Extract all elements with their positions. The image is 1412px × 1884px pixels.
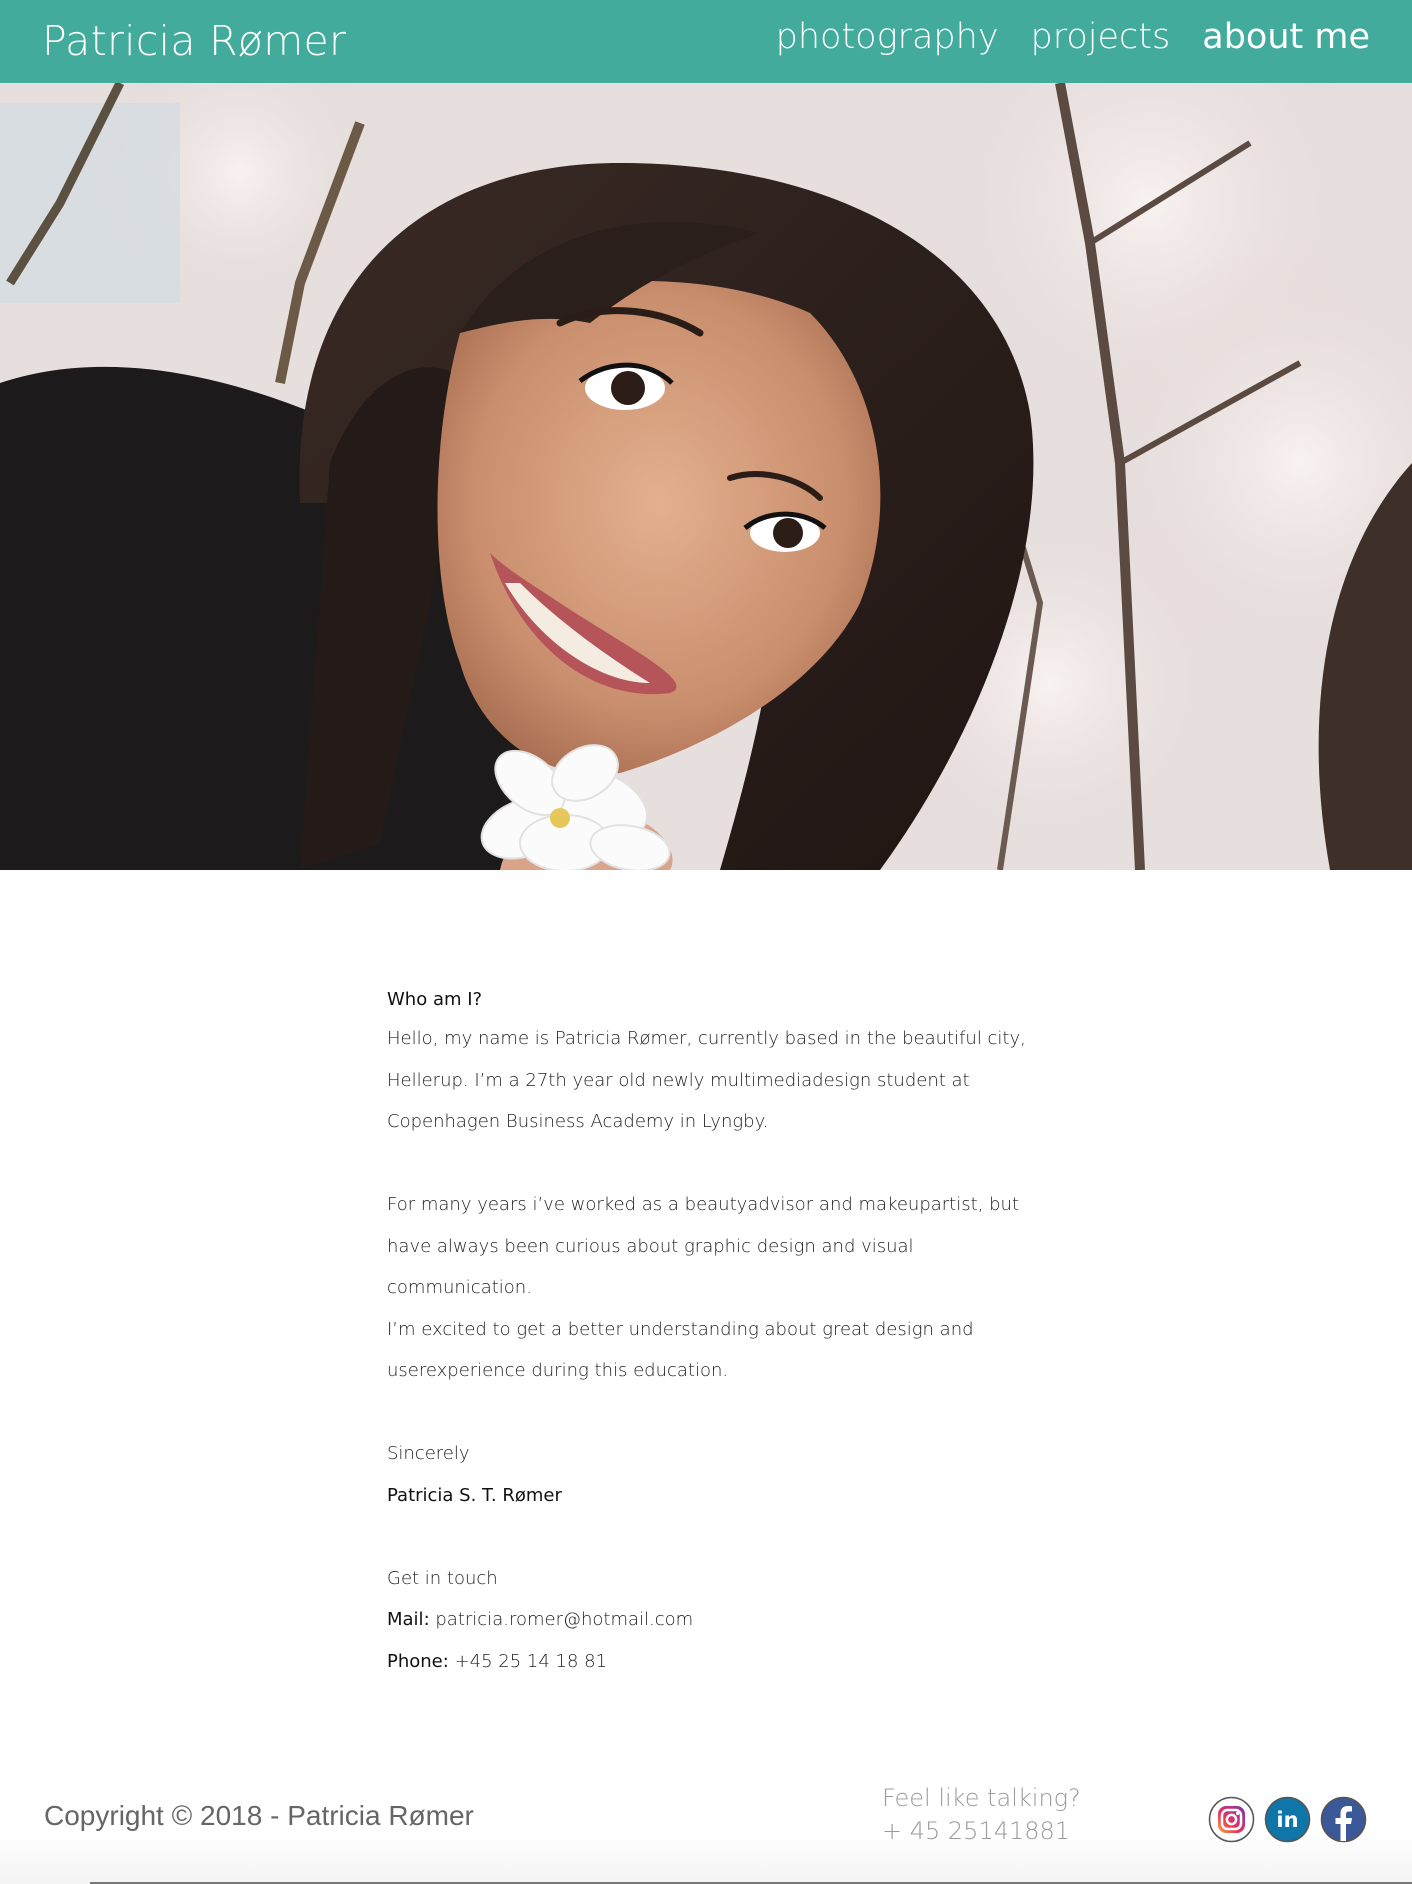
experience-line-1: For many years i’ve worked as a beautyad… (387, 1194, 1020, 1215)
contact-callout: Feel like talking? + 45 25141881 (882, 1782, 1081, 1848)
contact-callout-title: Feel like talking? (882, 1784, 1081, 1812)
closing-text: Sincerely (387, 1443, 470, 1464)
site-brand-name[interactable]: Patricia Rømer (42, 15, 346, 67)
phone-label: Phone: (387, 1650, 449, 1672)
experience-line-3: communication. (387, 1277, 532, 1298)
nav-link-photography[interactable]: photography (776, 14, 999, 60)
site-footer: Copyright © 2018 - Patricia Rømer Feel l… (0, 1760, 1412, 1884)
social-links: in (1208, 1796, 1367, 1843)
experience-line-2: have always been curious about graphic d… (387, 1235, 914, 1257)
phone-row: Phone: +45 25 14 18 81 (387, 1641, 1027, 1683)
section-heading: Who am I? (387, 989, 483, 1010)
phone-value[interactable]: +45 25 14 18 81 (455, 1651, 608, 1672)
hero-portrait-photo (0, 83, 1412, 870)
about-me-section: Who am I? Hello, my name is Patricia Røm… (387, 982, 1027, 1682)
intro-line-3: Copenhagen Business Academy in Lyngby. (387, 1111, 769, 1132)
instagram-icon[interactable] (1208, 1796, 1255, 1843)
signature-name: Patricia S. T. Rømer (387, 1484, 562, 1506)
top-navigation-bar: Patricia Rømer photography projects abou… (0, 0, 1412, 83)
nav-link-projects[interactable]: projects (1031, 14, 1171, 60)
contact-title: Get in touch (387, 1567, 498, 1589)
experience-line-5: userexperience during this education. (387, 1360, 729, 1381)
linkedin-icon[interactable]: in (1264, 1796, 1311, 1843)
contact-callout-phone[interactable]: + 45 25141881 (882, 1815, 1081, 1848)
facebook-icon[interactable] (1320, 1796, 1367, 1843)
main-nav: photography projects about me (776, 14, 1370, 60)
intro-line-2: Hellerup. I’m a 27th year old newly mult… (387, 1069, 970, 1091)
nav-link-about-me[interactable]: about me (1202, 14, 1370, 60)
mail-label: Mail: (387, 1609, 430, 1630)
intro-line-1: Hello, my name is Patricia Rømer, curren… (387, 1028, 1026, 1049)
mail-row: Mail: patricia.romer@hotmail.com (387, 1599, 1027, 1641)
portrait-illustration (0, 83, 1412, 870)
experience-line-4: I’m excited to get a better understandin… (387, 1318, 974, 1340)
mail-link[interactable]: patricia.romer@hotmail.com (435, 1609, 693, 1630)
svg-text:in: in (1276, 1808, 1298, 1832)
copyright-text: Copyright © 2018 - Patricia Rømer (44, 1800, 474, 1831)
